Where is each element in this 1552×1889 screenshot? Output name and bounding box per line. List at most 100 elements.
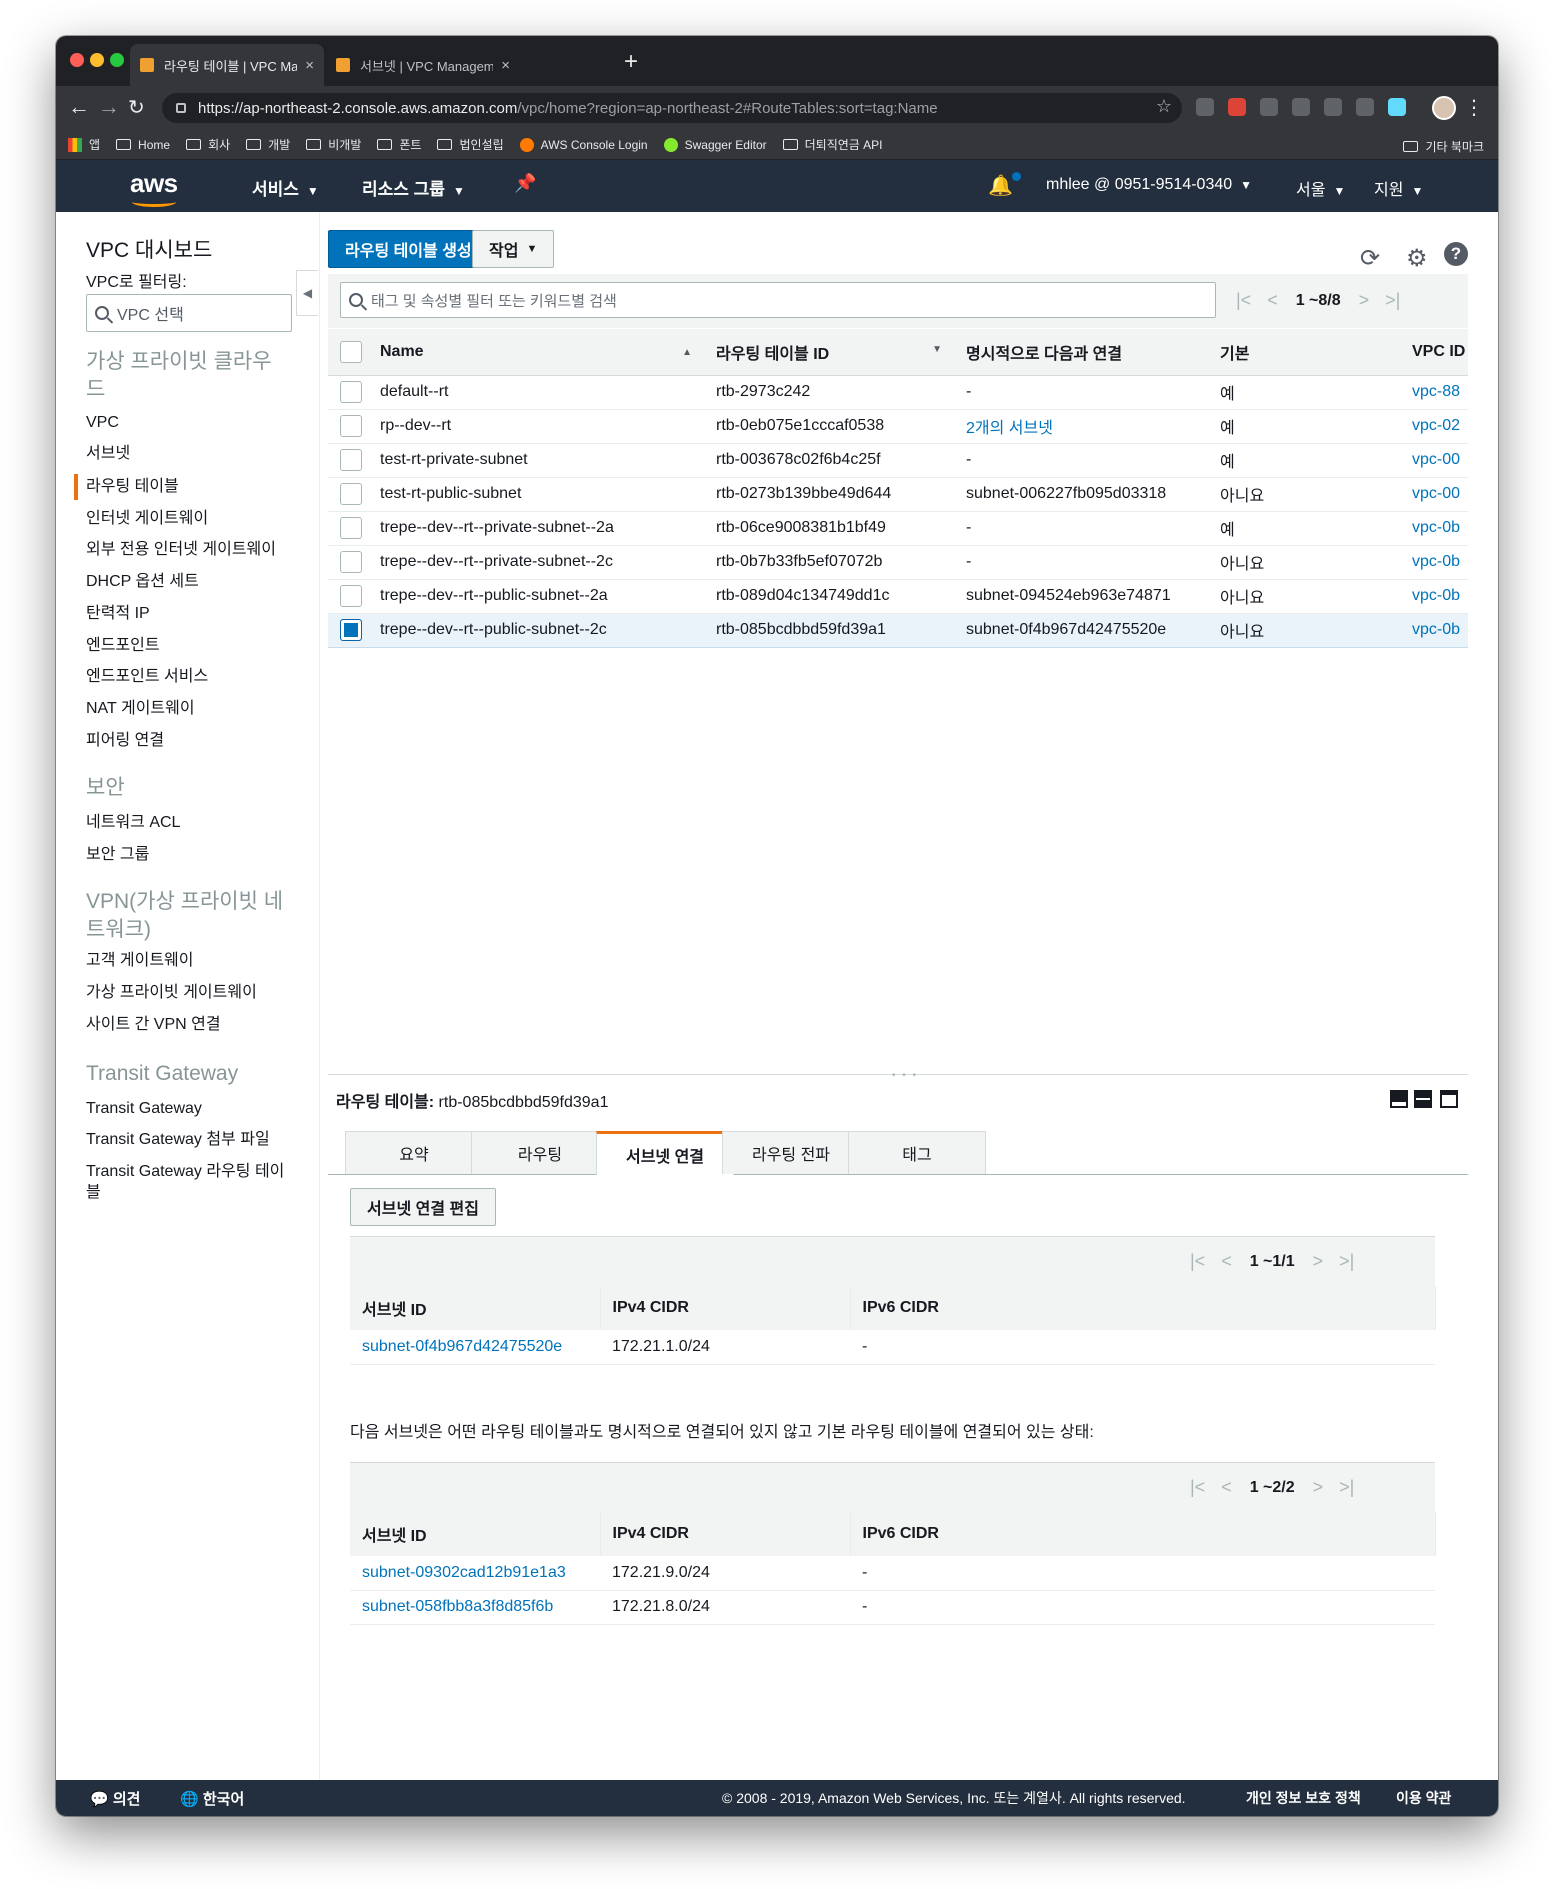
table-row[interactable]: trepe--dev--rt--private-subnet--2c rtb-0b… <box>328 545 1468 580</box>
feedback-link[interactable]: 💬 의견 <box>90 1788 140 1809</box>
sidebar-item-transit-gateway[interactable]: Transit Gateway <box>86 1098 296 1119</box>
bookmark-pension-api[interactable]: 더퇴직연금 API <box>782 136 883 153</box>
bookmark-other[interactable]: 기타 북마크 <box>1403 138 1484 155</box>
sidebar-item-virtual-private-gateways[interactable]: 가상 프라이빗 게이트웨이 <box>86 982 296 1003</box>
row-checkbox[interactable] <box>340 585 362 607</box>
bookmark-incorporation[interactable]: 법인설립 <box>437 136 504 153</box>
vpc-id-link[interactable]: vpc-0b <box>1400 545 1468 580</box>
vpc-dashboard-link[interactable]: VPC 대시보드 <box>86 234 212 264</box>
layout-full-icon[interactable] <box>1440 1090 1458 1108</box>
column-header-ipv4[interactable]: IPv4 CIDR <box>600 1286 851 1330</box>
table-row[interactable]: trepe--dev--rt--private-subnet--2a rtb-06… <box>328 511 1468 546</box>
zoom-window-button[interactable] <box>110 53 124 67</box>
sidebar-item-endpoints[interactable]: 엔드포인트 <box>86 635 296 656</box>
vpc-id-link[interactable]: vpc-0b <box>1400 613 1468 648</box>
sidebar-item-endpoint-services[interactable]: 엔드포인트 서비스 <box>86 666 296 687</box>
profile-avatar[interactable] <box>1432 96 1456 120</box>
forward-icon[interactable]: → <box>98 94 120 120</box>
next-page-icon[interactable]: > <box>1313 1477 1324 1498</box>
layout-split-icon[interactable] <box>1414 1090 1432 1108</box>
tab-tags[interactable]: 태그 <box>848 1131 986 1174</box>
table-row[interactable]: default--rt rtb-2973c242- 예 vpc-88 <box>328 375 1468 410</box>
resource-groups-menu[interactable]: 리소스 그룹 ▼ <box>362 175 465 200</box>
refresh-icon[interactable]: ⟳ <box>1360 244 1380 273</box>
bookmark-dev[interactable]: 개발 <box>246 136 290 153</box>
column-header-id[interactable]: 라우팅 테이블 ID ▼ <box>704 329 954 376</box>
sidebar-item-elastic-ip[interactable]: 탄력적 IP <box>86 603 296 624</box>
bookmark-aws-login[interactable]: AWS Console Login <box>519 137 648 152</box>
create-route-table-button[interactable]: 라우팅 테이블 생성 <box>328 230 489 268</box>
last-page-icon[interactable]: >| <box>1339 1251 1354 1272</box>
new-tab-button[interactable]: + <box>624 48 638 76</box>
first-page-icon[interactable]: |< <box>1190 1477 1205 1498</box>
sidebar-item-peering[interactable]: 피어링 연결 <box>86 730 296 751</box>
react-devtools-icon[interactable] <box>1388 98 1406 116</box>
sidebar-item-egress-only-igw[interactable]: 외부 전용 인터넷 게이트웨이 <box>86 539 296 560</box>
back-icon[interactable]: ← <box>68 94 90 120</box>
bookmark-star-icon[interactable]: ☆ <box>1156 96 1172 117</box>
select-all-checkbox[interactable] <box>340 340 362 363</box>
column-header-association[interactable]: 명시적으로 다음과 연결 <box>954 329 1208 376</box>
prev-page-icon[interactable]: < <box>1221 1251 1232 1272</box>
row-checkbox[interactable] <box>340 517 362 539</box>
browser-tab-subnets[interactable]: 서브넷 | VPC Management Console × <box>326 44 520 86</box>
explicit-association[interactable]: 2개의 서브넷 <box>954 409 1208 444</box>
privacy-link[interactable]: 개인 정보 보호 정책 <box>1246 1788 1361 1808</box>
aws-logo[interactable]: aws <box>130 168 178 199</box>
column-header-vpc[interactable]: VPC ID <box>1400 329 1468 376</box>
actions-button[interactable]: 작업 ▼ <box>472 230 555 268</box>
vpc-id-link[interactable]: vpc-00 <box>1400 443 1468 478</box>
next-page-icon[interactable]: > <box>1313 1251 1324 1272</box>
terms-link[interactable]: 이용 약관 <box>1396 1788 1451 1808</box>
row-checkbox[interactable] <box>340 449 362 471</box>
close-tab-icon[interactable]: × <box>501 57 510 74</box>
column-header-main[interactable]: 기본 <box>1208 329 1400 376</box>
column-header-ipv6[interactable]: IPv6 CIDR <box>850 1286 1436 1330</box>
prev-page-icon[interactable]: < <box>1221 1477 1232 1498</box>
sidebar-item-subnets[interactable]: 서브넷 <box>86 443 296 464</box>
vpc-filter-select[interactable]: VPC 선택 <box>86 294 292 332</box>
bookmark-home[interactable]: Home <box>116 138 170 152</box>
layout-bottom-icon[interactable] <box>1390 1090 1408 1108</box>
close-window-button[interactable] <box>70 53 84 67</box>
tab-routes[interactable]: 라우팅 <box>471 1131 609 1174</box>
column-header-ipv6[interactable]: IPv6 CIDR <box>850 1512 1436 1556</box>
region-menu[interactable]: 서울 ▼ <box>1296 176 1345 200</box>
tab-route-propagation[interactable]: 라우팅 전파 <box>722 1131 860 1174</box>
sidebar-item-network-acl[interactable]: 네트워크 ACL <box>86 812 296 833</box>
sidebar-item-tgw-route-tables[interactable]: Transit Gateway 라우팅 테이블 <box>86 1161 296 1203</box>
browser-menu-icon[interactable]: ⋮ <box>1464 95 1484 120</box>
address-bar[interactable]: https://ap-northeast-2.console.aws.amazo… <box>162 93 1182 123</box>
table-row[interactable]: test-rt-private-subnet rtb-003678c02f6b4c… <box>328 443 1468 478</box>
reload-icon[interactable]: ↻ <box>128 95 145 120</box>
search-input[interactable]: 태그 및 속성별 필터 또는 키워드별 검색 <box>340 282 1216 318</box>
last-page-icon[interactable]: >| <box>1385 290 1400 311</box>
row-checkbox[interactable] <box>340 483 362 505</box>
gear-icon[interactable]: ⚙ <box>1406 244 1428 273</box>
vpc-id-link[interactable]: vpc-02 <box>1400 409 1468 444</box>
row-checkbox[interactable] <box>340 415 362 437</box>
sidebar-item-dhcp-options[interactable]: DHCP 옵션 세트 <box>86 571 296 592</box>
support-menu[interactable]: 지원 ▼ <box>1374 176 1423 200</box>
prev-page-icon[interactable]: < <box>1267 290 1278 311</box>
minimize-window-button[interactable] <box>90 53 104 67</box>
extension-icon[interactable] <box>1196 98 1214 116</box>
bookmark-company[interactable]: 회사 <box>186 136 230 153</box>
column-header-name[interactable]: Name ▲ <box>368 329 704 376</box>
drag-handle-icon[interactable]: • • • <box>892 1070 918 1081</box>
extension-icon[interactable] <box>1292 98 1310 116</box>
browser-tab-route-tables[interactable]: 라우팅 테이블 | VPC Management Console × <box>130 44 324 86</box>
sidebar-item-nat-gateways[interactable]: NAT 게이트웨이 <box>86 698 296 719</box>
row-checkbox[interactable] <box>340 551 362 573</box>
collapse-sidebar-button[interactable]: ◀ <box>296 270 318 316</box>
row-checkbox[interactable] <box>340 381 362 403</box>
subnet-id-link[interactable]: subnet-09302cad12b91e1a3 <box>350 1556 600 1591</box>
sidebar-item-tgw-attachments[interactable]: Transit Gateway 첨부 파일 <box>86 1129 296 1150</box>
table-row[interactable]: test-rt-public-subnet rtb-0273b139bbe49d6… <box>328 477 1468 512</box>
tab-summary[interactable]: 요약 <box>345 1131 483 1174</box>
first-page-icon[interactable]: |< <box>1236 290 1251 311</box>
account-menu[interactable]: mhlee @ 0951-9514-0340 ▼ <box>1046 176 1252 194</box>
bookmark-fonts[interactable]: 폰트 <box>377 136 421 153</box>
bookmark-apps[interactable]: 앱 <box>68 136 100 153</box>
column-header-ipv4[interactable]: IPv4 CIDR <box>600 1512 851 1556</box>
